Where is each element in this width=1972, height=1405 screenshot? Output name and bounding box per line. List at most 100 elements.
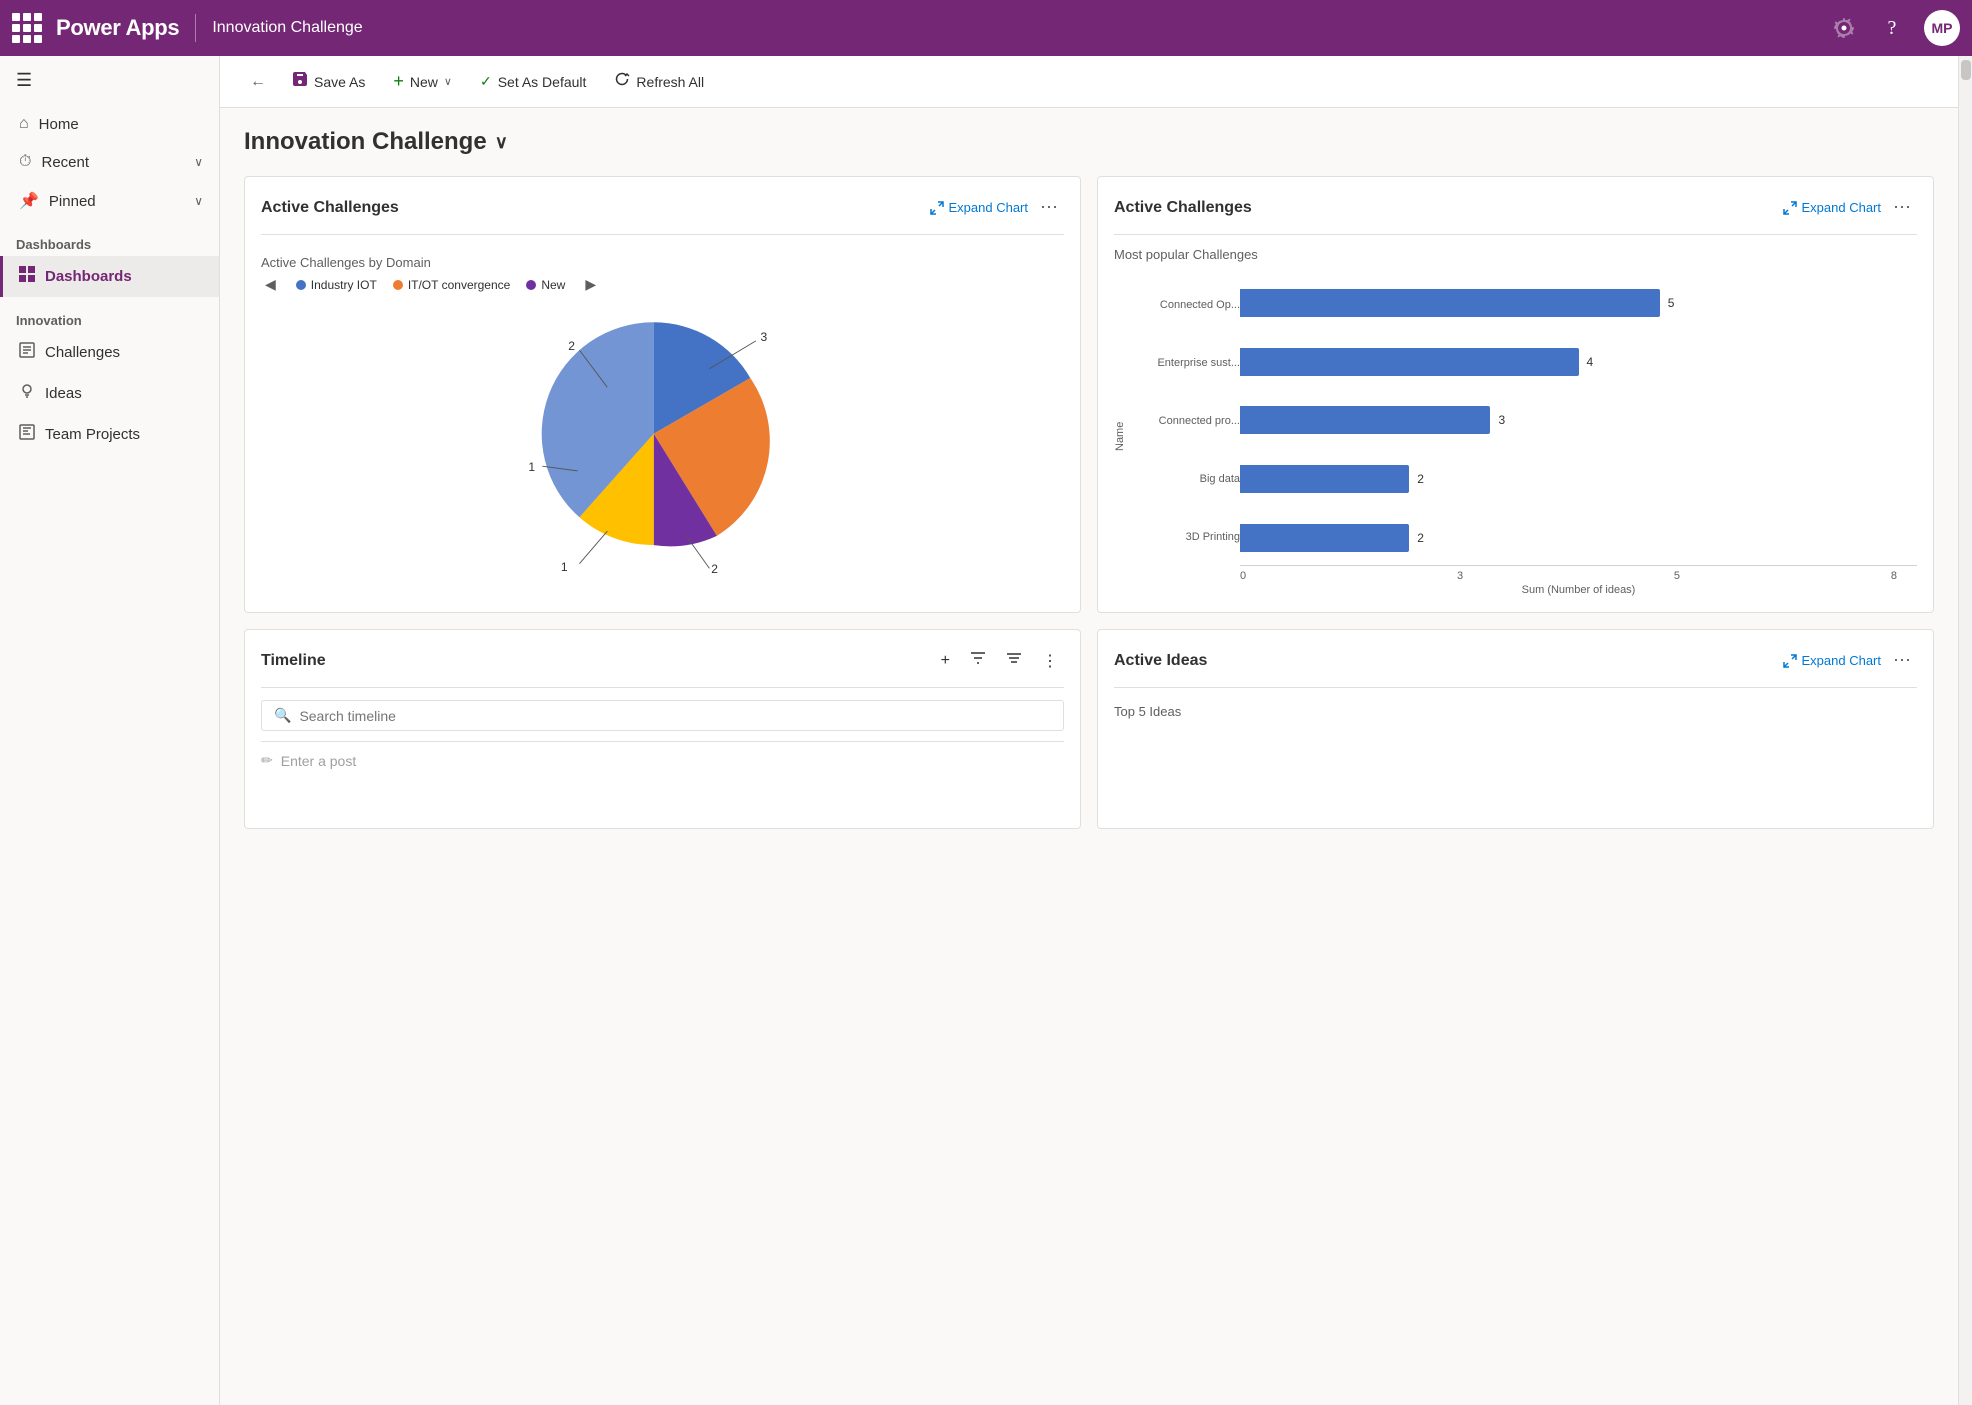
sidebar-item-pinned[interactable]: 📌 Pinned ∨: [0, 181, 219, 221]
ideas-icon: [19, 383, 35, 404]
sidebar-item-team-projects-label: Team Projects: [45, 426, 140, 443]
save-as-label: Save As: [314, 74, 365, 90]
svg-text:1: 1: [528, 460, 535, 474]
bar-chart-main: 5 4 3: [1240, 276, 1917, 596]
svg-text:3: 3: [760, 330, 767, 344]
sidebar-item-recent[interactable]: ⏱ Recent ∨: [0, 143, 219, 181]
page-title: Innovation Challenge ∨: [244, 128, 1934, 156]
legend-label-1: Industry IOT: [311, 278, 377, 292]
chart-3-expand-label: Expand Chart: [1802, 653, 1882, 668]
chart-3-more-button[interactable]: ⋯: [1887, 646, 1917, 675]
x-tick-0: 0: [1240, 570, 1246, 582]
chart-1-more-button[interactable]: ⋯: [1034, 193, 1064, 222]
timeline-filter-button[interactable]: [964, 646, 992, 675]
timeline-search-icon: 🔍: [274, 707, 291, 724]
section-innovation: Innovation: [0, 297, 219, 332]
chart-card-3: Active Ideas Expand Chart ⋯ Top 5 Ideas: [1097, 629, 1934, 829]
chart-card-2-header: Active Challenges Expand Chart ⋯: [1114, 193, 1917, 235]
bar-y-label-3: Connected pro...: [1159, 399, 1240, 443]
bar-fill-4: [1240, 465, 1409, 493]
page-name: Innovation Challenge: [212, 19, 1828, 37]
pinned-icon: 📌: [19, 191, 39, 211]
chart-card-2: Active Challenges Expand Chart ⋯ Most po…: [1097, 176, 1934, 613]
sidebar-toggle[interactable]: ☰: [0, 56, 219, 97]
recent-chevron-icon: ∨: [194, 155, 203, 169]
svg-text:1: 1: [560, 560, 567, 574]
chart-card-1-header: Active Challenges Expand Chart ⋯: [261, 193, 1064, 235]
chart-2-expand-button[interactable]: Expand Chart: [1777, 196, 1888, 219]
x-axis: 0 3 5 8 Sum (Number of ideas): [1240, 565, 1917, 596]
timeline-post-row: ✏ Enter a post: [261, 741, 1064, 769]
back-button[interactable]: ←: [240, 67, 276, 97]
refresh-button[interactable]: Refresh All: [602, 65, 716, 98]
bar-value-4: 2: [1417, 472, 1424, 486]
x-axis-label: Sum (Number of ideas): [1240, 584, 1917, 596]
bar-chart-subtitle: Most popular Challenges: [1114, 247, 1917, 262]
chart-3-expand-button[interactable]: Expand Chart: [1777, 649, 1888, 672]
scrollbar-thumb[interactable]: [1961, 60, 1971, 80]
pie-legend-next[interactable]: ▶: [581, 276, 600, 293]
sidebar-item-recent-label: Recent: [41, 154, 89, 171]
chart-card-3-header: Active Ideas Expand Chart ⋯: [1114, 646, 1917, 688]
x-tick-8: 8: [1891, 570, 1897, 582]
user-avatar[interactable]: MP: [1924, 10, 1960, 46]
page-content: Innovation Challenge ∨ Active Challenges…: [220, 108, 1958, 1405]
bar-value-3: 3: [1498, 413, 1505, 427]
bar-chart-wrapper: Name Connected Op... Enterprise sust... …: [1114, 276, 1917, 596]
content-area: ← Save As + New ∨ ✓ Set As Default Re: [220, 56, 1958, 1405]
sidebar-item-challenges-label: Challenges: [45, 344, 120, 361]
pie-legend-item-3: New: [526, 278, 565, 292]
apps-grid-button[interactable]: [12, 13, 42, 43]
sidebar: ☰ ⌂ Home ⏱ Recent ∨ 📌 Pinned ∨ Dashboard…: [0, 56, 220, 1405]
bar-y-label-2: Enterprise sust...: [1157, 341, 1240, 385]
set-default-button[interactable]: ✓ Set As Default: [468, 67, 598, 96]
chart-2-expand-label: Expand Chart: [1802, 200, 1882, 215]
set-default-label: Set As Default: [498, 74, 587, 90]
top-navbar: Power Apps Innovation Challenge ? MP: [0, 0, 1972, 56]
sidebar-item-dashboards[interactable]: Dashboards: [0, 256, 219, 297]
x-tick-5: 5: [1674, 570, 1680, 582]
timeline-header: Timeline + ⋮: [261, 646, 1064, 688]
timeline-post-placeholder[interactable]: Enter a post: [281, 753, 357, 769]
timeline-sort-button[interactable]: [1000, 646, 1028, 675]
scrollbar[interactable]: [1958, 56, 1972, 1405]
help-icon[interactable]: ?: [1876, 12, 1908, 44]
pie-container: 3 2 2 1: [261, 303, 1064, 583]
chart-1-expand-button[interactable]: Expand Chart: [924, 196, 1035, 219]
new-button[interactable]: + New ∨: [381, 65, 464, 98]
timeline-search-input[interactable]: [299, 708, 1051, 724]
new-label: New: [410, 74, 438, 90]
sidebar-item-home[interactable]: ⌂ Home: [0, 105, 219, 143]
legend-label-2: IT/OT convergence: [408, 278, 511, 292]
settings-icon[interactable]: [1828, 12, 1860, 44]
chart-card-1-title: Active Challenges: [261, 199, 924, 217]
chart-1-expand-label: Expand Chart: [949, 200, 1029, 215]
timeline-title: Timeline: [261, 652, 927, 670]
pie-chart-section: Active Challenges by Domain ◀ Industry I…: [261, 247, 1064, 591]
save-as-button[interactable]: Save As: [280, 65, 377, 98]
sidebar-item-ideas-label: Ideas: [45, 385, 82, 402]
timeline-add-button[interactable]: +: [935, 648, 956, 674]
pie-legend-prev[interactable]: ◀: [261, 276, 280, 293]
chart-card-3-title: Active Ideas: [1114, 652, 1777, 670]
sidebar-item-challenges[interactable]: Challenges: [0, 332, 219, 373]
sidebar-item-team-projects[interactable]: Team Projects: [0, 414, 219, 455]
new-icon: +: [393, 71, 404, 92]
section-dashboards: Dashboards: [0, 221, 219, 256]
sidebar-item-ideas[interactable]: Ideas: [0, 373, 219, 414]
check-icon: ✓: [480, 73, 492, 90]
bar-value-2: 4: [1587, 355, 1594, 369]
bar-fill-3: [1240, 406, 1490, 434]
timeline-more-button[interactable]: ⋮: [1036, 647, 1064, 675]
active-ideas-subtitle: Top 5 Ideas: [1114, 700, 1917, 719]
refresh-icon: [614, 71, 630, 92]
chart-2-more-button[interactable]: ⋯: [1887, 193, 1917, 222]
page-title-chevron-icon[interactable]: ∨: [495, 132, 508, 153]
svg-text:2: 2: [711, 562, 718, 576]
pie-chart-subtitle: Active Challenges by Domain: [261, 255, 1064, 270]
bar-rows: 5 4 3: [1240, 276, 1917, 565]
team-projects-icon: [19, 424, 35, 445]
nav-divider: [195, 14, 196, 42]
new-chevron-icon: ∨: [444, 75, 452, 88]
chart-card-2-title: Active Challenges: [1114, 199, 1777, 217]
